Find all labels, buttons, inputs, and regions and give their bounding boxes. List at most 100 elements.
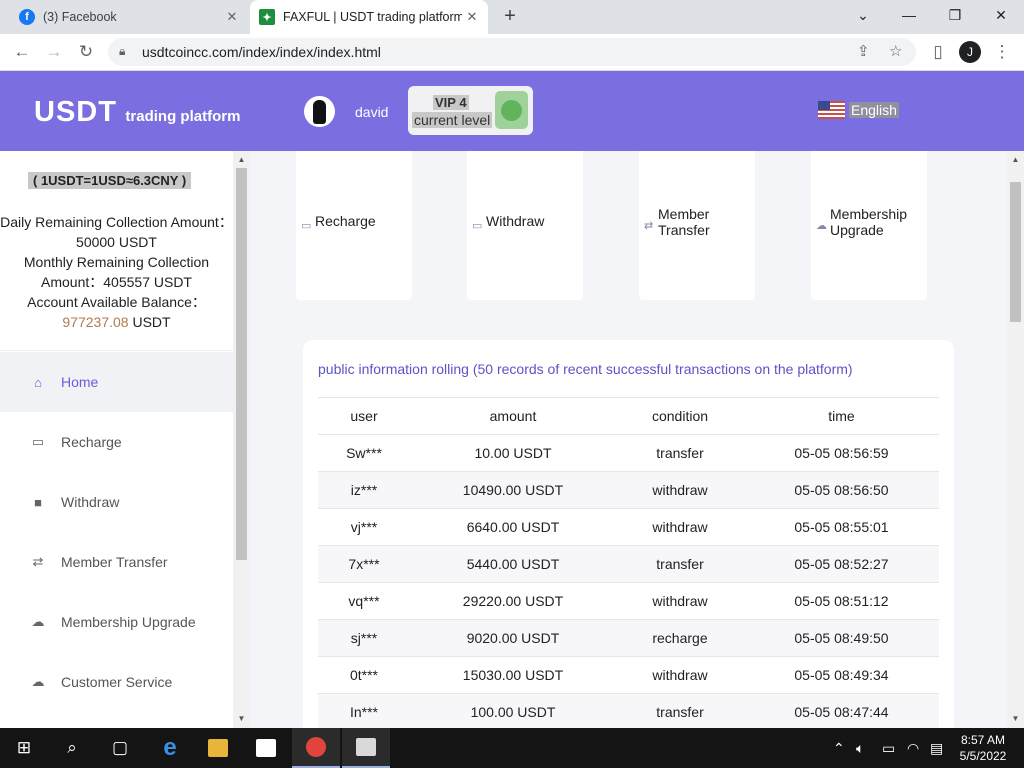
- new-tab-button[interactable]: +: [498, 4, 522, 28]
- account-summary: Daily Remaining Collection Amount： 50000…: [0, 212, 233, 332]
- page-scrollbar[interactable]: ▲ ▼: [1007, 151, 1024, 728]
- balance-label: Account Available Balance：: [27, 294, 206, 310]
- scroll-up-arrow[interactable]: ▲: [233, 153, 250, 167]
- minimize-button[interactable]: —: [886, 0, 932, 30]
- tab-title: (3) Facebook: [43, 10, 117, 24]
- language-label: English: [849, 102, 899, 118]
- quick-action-label: Withdraw: [486, 213, 545, 229]
- condition-cell: transfer: [616, 545, 744, 583]
- battery-icon[interactable]: ▭: [882, 728, 895, 768]
- back-icon[interactable]: ←: [10, 40, 34, 64]
- url-text[interactable]: usdtcoincc.com/index/index/index.html: [142, 44, 381, 60]
- amount-cell: 29220.00 USDT: [410, 582, 616, 620]
- scroll-down-arrow[interactable]: ▼: [233, 712, 250, 726]
- user-cell: 7x***: [318, 545, 410, 583]
- sidebar-item-member-transfer[interactable]: ⇄ Member Transfer: [0, 532, 233, 592]
- time-cell: 05-05 08:51:12: [744, 582, 939, 620]
- quick-withdraw-card[interactable]: ▭ Withdraw: [467, 151, 583, 300]
- sidebar-item-membership-upgrade[interactable]: ☁ Membership Upgrade: [0, 592, 233, 652]
- volume-icon[interactable]: 🔈︎: [856, 728, 864, 768]
- user-cell: Sw***: [318, 434, 410, 472]
- site-logo[interactable]: USDT trading platform: [34, 96, 240, 129]
- sidebar-item-label: Member Transfer: [61, 554, 168, 570]
- tab-search-icon[interactable]: ⌄: [840, 0, 886, 30]
- sidebar-item-customer-service[interactable]: ☁ Customer Service: [0, 652, 233, 712]
- scroll-down-arrow[interactable]: ▼: [1007, 712, 1024, 726]
- forward-icon[interactable]: →: [42, 40, 66, 64]
- sidebar-item-recharge[interactable]: ▭ Recharge: [0, 412, 233, 472]
- chrome-icon[interactable]: [292, 728, 340, 768]
- table-row: 0t*** 15030.00 USDT withdraw 05-05 08:49…: [318, 656, 939, 694]
- daily-label: Daily Remaining Collection Amount：: [0, 214, 233, 230]
- profile-avatar[interactable]: J: [959, 41, 981, 63]
- clock-time: 8:57 AM: [960, 733, 1006, 747]
- facebook-icon: f: [19, 9, 35, 25]
- sidebar-item-label: Home: [61, 374, 99, 390]
- lock-icon[interactable]: 🔒︎: [119, 44, 125, 59]
- sidebar-item-withdraw[interactable]: ■ Withdraw: [0, 472, 233, 532]
- scroll-thumb[interactable]: [236, 168, 247, 560]
- bookmark-star-icon[interactable]: ☆: [889, 42, 902, 60]
- sidebar-item-home[interactable]: ⌂ Home: [0, 352, 233, 412]
- column-header: condition: [616, 397, 744, 435]
- system-clock[interactable]: 8:57 AM 5/5/2022: [952, 732, 1014, 764]
- windows-taskbar: ⊞ ⌕ ▢ e ⌃ 🔈︎ ▭ ◠ ▤ 8:57 AM 5/5/2022: [0, 728, 1024, 768]
- restore-button[interactable]: ❐: [932, 0, 978, 30]
- close-tab-icon[interactable]: ✕: [222, 9, 242, 25]
- amount-cell: 10490.00 USDT: [410, 471, 616, 509]
- task-view-icon[interactable]: ▢: [96, 728, 144, 768]
- quick-recharge-card[interactable]: ▭ Recharge: [296, 151, 412, 300]
- transfer-icon: ⇄: [644, 220, 654, 232]
- transactions-table: user amount condition time Sw*** 10.00 U…: [318, 397, 939, 728]
- exchange-rate: ( 1USDT=1USD≈6.3CNY ): [28, 172, 192, 189]
- us-flag-icon: [818, 101, 845, 119]
- show-hidden-icons-icon[interactable]: ⌃: [833, 728, 845, 768]
- scroll-up-arrow[interactable]: ▲: [1007, 153, 1024, 167]
- url-field[interactable]: 🔒︎ usdtcoincc.com/index/index/index.html…: [108, 38, 916, 66]
- share-icon[interactable]: ⇪: [857, 42, 870, 60]
- windows-start-icon[interactable]: ⊞: [0, 728, 48, 768]
- balance-unit: USDT: [132, 314, 171, 330]
- amount-cell: 9020.00 USDT: [410, 619, 616, 657]
- reload-icon[interactable]: ↻: [74, 40, 98, 64]
- scroll-thumb[interactable]: [1010, 182, 1021, 322]
- window-close-button[interactable]: ✕: [978, 0, 1024, 30]
- user-avatar[interactable]: [304, 96, 335, 127]
- time-cell: 05-05 08:56:59: [744, 434, 939, 472]
- search-icon[interactable]: ⌕: [48, 728, 96, 768]
- tab-facebook[interactable]: f (3) Facebook ✕: [0, 0, 248, 34]
- quick-action-label: Recharge: [315, 213, 376, 229]
- vip-level-card[interactable]: VIP 4 current level: [408, 86, 533, 135]
- monthly-value: 405557 USDT: [103, 274, 192, 290]
- sidebar-divider: [0, 350, 233, 351]
- sidebar-scrollbar[interactable]: ▲ ▼: [233, 151, 250, 728]
- tab-faxful[interactable]: ✦ FAXFUL | USDT trading platform ✕: [250, 0, 488, 34]
- edge-icon[interactable]: e: [146, 728, 194, 768]
- language-selector[interactable]: English: [818, 101, 899, 119]
- table-row: sj*** 9020.00 USDT recharge 05-05 08:49:…: [318, 619, 939, 657]
- file-explorer-icon[interactable]: [194, 728, 242, 768]
- close-tab-icon[interactable]: ✕: [462, 9, 482, 25]
- app-pinned-icon[interactable]: [342, 728, 390, 768]
- quick-upgrade-card[interactable]: ☁ Membership Upgrade: [811, 151, 927, 300]
- condition-cell: withdraw: [616, 508, 744, 546]
- amount-cell: 15030.00 USDT: [410, 656, 616, 694]
- user-cell: 0t***: [318, 656, 410, 694]
- condition-cell: transfer: [616, 693, 744, 728]
- browser-tab-strip: f (3) Facebook ✕ ✦ FAXFUL | USDT trading…: [0, 0, 1024, 34]
- side-panel-icon[interactable]: ▯: [926, 40, 950, 64]
- quick-transfer-card[interactable]: ⇄ Member Transfer: [639, 151, 755, 300]
- condition-cell: withdraw: [616, 656, 744, 694]
- sidebar-item-label: Recharge: [61, 434, 122, 450]
- main-content: ▭ Recharge ▭ Withdraw ⇄ Member Transfer …: [250, 151, 1007, 728]
- upgrade-icon: ☁: [816, 220, 827, 232]
- tab-title: FAXFUL | USDT trading platform: [283, 10, 462, 24]
- notifications-icon[interactable]: ▤: [930, 728, 943, 768]
- menu-dots-icon[interactable]: ⋮: [990, 40, 1014, 64]
- store-icon[interactable]: [242, 728, 290, 768]
- quick-action-label: Membership Upgrade: [830, 206, 908, 238]
- wifi-icon[interactable]: ◠: [907, 728, 919, 768]
- username: david: [355, 104, 389, 120]
- site-header: USDT trading platform david VIP 4 curren…: [0, 71, 1024, 151]
- site-favicon: ✦: [259, 9, 275, 25]
